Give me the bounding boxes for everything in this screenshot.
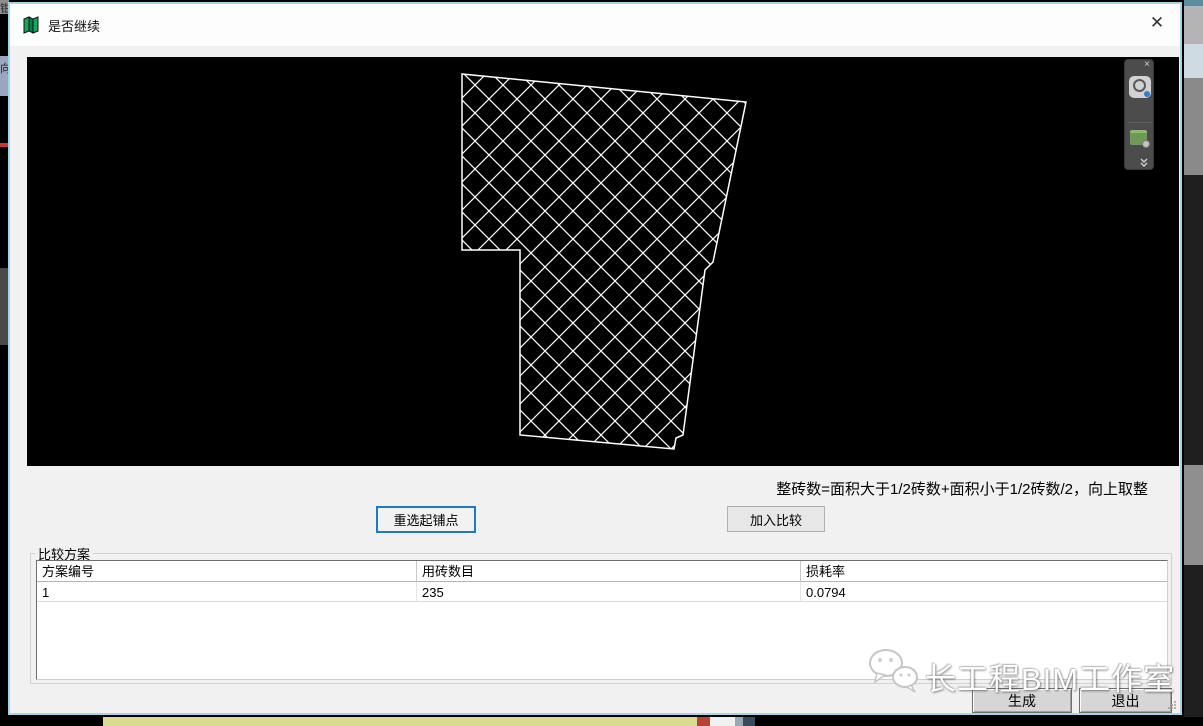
cell-loss-rate: 0.0794 <box>801 582 1167 602</box>
cell-plan-id: 1 <box>37 582 417 602</box>
table-row[interactable]: 1 235 0.0794 <box>37 582 1167 602</box>
add-to-comparison-button[interactable]: 加入比较 <box>727 506 825 532</box>
wheel-dot <box>1144 91 1150 97</box>
background-fragment <box>743 717 755 726</box>
background-fragment <box>1184 78 1203 175</box>
navbar-expand-icon[interactable] <box>1139 158 1149 168</box>
background-fragment <box>1184 6 1203 44</box>
cad-viewport[interactable]: × <box>27 57 1179 466</box>
generate-button[interactable]: 生成 <box>972 688 1072 713</box>
cell-brick-count: 235 <box>417 582 801 602</box>
background-right-strip <box>1184 0 1203 726</box>
brick-count-formula: 整砖数=面积大于1/2砖数+面积小于1/2砖数/2，向上取整 <box>776 478 1148 499</box>
orbit-icon[interactable] <box>1130 130 1147 145</box>
background-fragment <box>1184 465 1203 565</box>
dialog-window: 是否继续 ✕ × 整砖数 <box>8 2 1182 715</box>
tile-region <box>462 74 746 449</box>
reselect-start-point-button[interactable]: 重选起铺点 <box>376 506 476 533</box>
background-taskbar-strip <box>0 717 1203 726</box>
table-header-row: 方案编号 用砖数目 损耗率 <box>37 561 1167 582</box>
close-icon[interactable]: ✕ <box>1146 12 1168 34</box>
window-title: 是否继续 <box>48 16 100 35</box>
navbar-divider <box>1128 122 1152 123</box>
column-header-brick-count[interactable]: 用砖数目 <box>417 561 801 582</box>
column-header-loss-rate[interactable]: 损耗率 <box>801 561 1167 582</box>
exit-button[interactable]: 退出 <box>1079 688 1172 713</box>
background-fragment <box>735 717 743 726</box>
title-bar: 是否继续 ✕ <box>10 4 1180 46</box>
background-fragment <box>710 717 735 726</box>
wheel-ring <box>1133 79 1146 92</box>
orbit-dot <box>1142 140 1150 148</box>
background-fragment <box>697 717 710 726</box>
navbar-close-icon[interactable]: × <box>1144 60 1150 70</box>
comparison-table: 方案编号 用砖数目 损耗率 1 235 0.0794 <box>36 560 1168 680</box>
navigation-bar: × <box>1124 59 1154 170</box>
steering-wheel-icon[interactable] <box>1129 76 1151 98</box>
app-icon <box>22 14 40 34</box>
resize-grip[interactable] <box>1166 699 1178 711</box>
tile-layout-drawing <box>27 57 1179 466</box>
background-fragment <box>1184 44 1203 78</box>
comparison-groupbox: 比较方案 方案编号 用砖数目 损耗率 1 235 0.0794 <box>30 553 1172 684</box>
column-header-plan-id[interactable]: 方案编号 <box>37 561 417 582</box>
background-fragment <box>103 717 697 726</box>
